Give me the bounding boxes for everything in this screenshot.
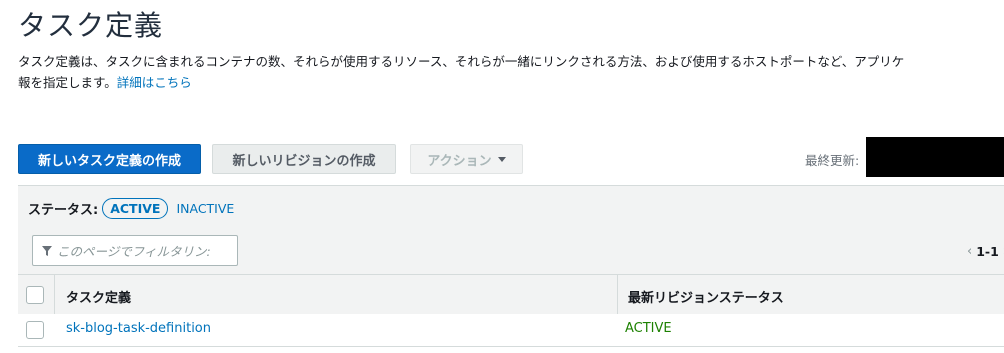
redacted-timestamp (866, 137, 1004, 177)
create-task-definition-label: 新しいタスク定義の作成 (37, 153, 181, 169)
status-filter: ステータス: ACTIVE INACTIVE (28, 198, 234, 219)
select-all-checkbox[interactable] (26, 286, 44, 304)
description-line-2-text: 報を指定します。 (18, 75, 117, 90)
actions-dropdown-button[interactable]: アクション (410, 144, 523, 174)
filter-placeholder: このページでフィルタリン: (57, 244, 211, 259)
row-checkbox[interactable] (26, 321, 44, 339)
last-updated-label: 最終更新: (805, 153, 860, 168)
filter-icon (42, 245, 52, 256)
create-task-definition-button[interactable]: 新しいタスク定義の作成 (18, 144, 201, 174)
page-description: タスク定義は、タスクに含まれるコンテナの数、それらが使用するリソース、それらが一… (18, 51, 1004, 93)
create-revision-button[interactable]: 新しいリビジョンの作成 (212, 144, 396, 174)
description-line-1: タスク定義は、タスクに含まれるコンテナの数、それらが使用するリソース、それらが一… (18, 54, 905, 69)
column-divider (617, 275, 618, 316)
filter-input[interactable]: このページでフィルタリン: (32, 235, 238, 266)
status-active-toggle[interactable]: ACTIVE (102, 198, 169, 219)
status-inactive-toggle[interactable]: INACTIVE (176, 201, 234, 216)
chevron-left-icon[interactable]: ‹ (967, 244, 972, 259)
task-definition-link[interactable]: sk-blog-task-definition (66, 321, 211, 336)
pagination: ‹ 1-1 › (967, 244, 1004, 259)
create-revision-label: 新しいリビジョンの作成 (232, 153, 376, 169)
pagination-range: 1-1 (976, 244, 999, 259)
column-divider (54, 275, 55, 316)
status-label: ステータス: (28, 203, 99, 218)
table-header: タスク定義 最新リビジョンステータス (18, 274, 1004, 316)
column-header-latest-revision-status[interactable]: 最新リビジョンステータス (628, 287, 784, 306)
revision-status: ACTIVE (625, 321, 672, 336)
table-row: sk-blog-task-definition ACTIVE (18, 314, 1004, 347)
page-title: タスク定義 (18, 9, 164, 42)
details-link[interactable]: 詳細はこちら (117, 75, 192, 90)
caret-down-icon (497, 156, 506, 162)
task-definitions-table-panel: ステータス: ACTIVE INACTIVE このページでフィルタリン: ‹ 1… (18, 185, 1004, 316)
description-line-2: 報を指定します。詳細はこちら (18, 72, 1004, 93)
actions-label: アクション (427, 153, 492, 169)
column-header-task-definition[interactable]: タスク定義 (66, 287, 131, 306)
